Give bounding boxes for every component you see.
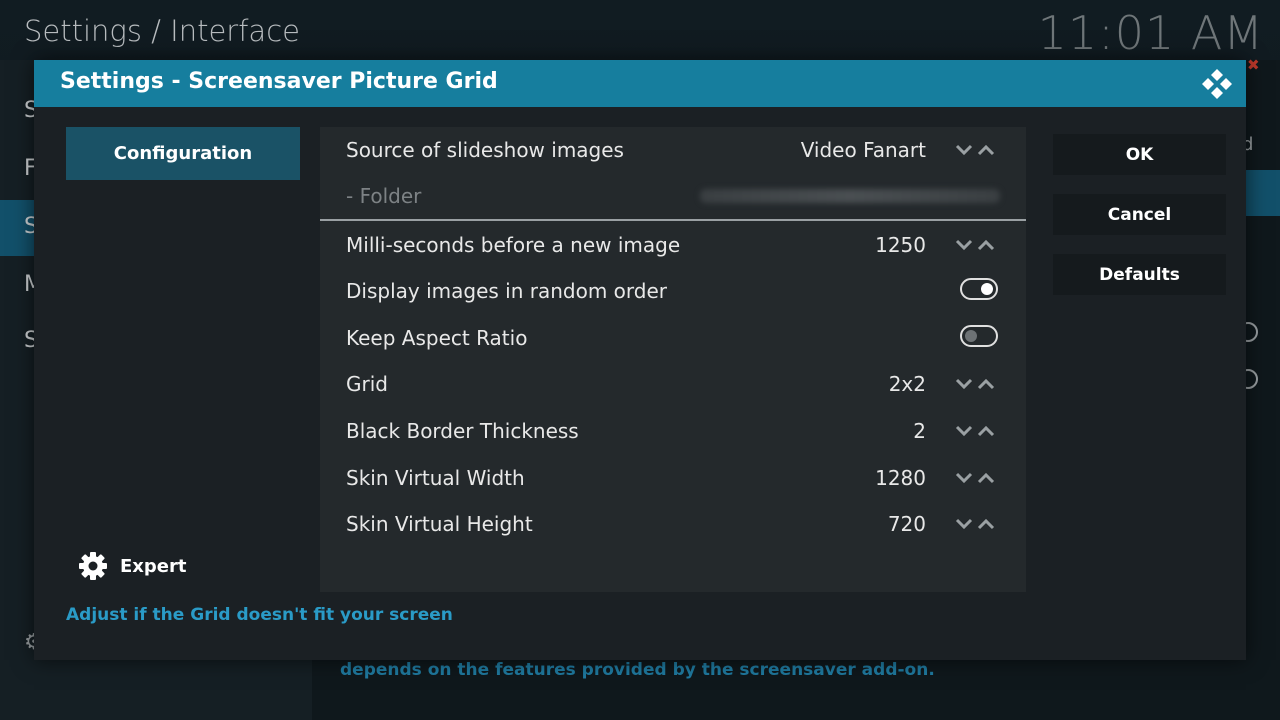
up-down-chevron-icon[interactable] — [954, 515, 998, 533]
clock: 11:01 AM — [1037, 6, 1264, 60]
gear-icon — [79, 552, 107, 580]
setting-help-text: Adjust if the Grid doesn't fit your scre… — [66, 605, 453, 625]
dialog-title: Settings - Screensaver Picture Grid — [60, 69, 498, 94]
defaults-button[interactable]: Defaults — [1053, 254, 1226, 295]
up-down-chevron-icon[interactable] — [954, 422, 998, 440]
up-down-chevron-icon[interactable] — [954, 236, 998, 254]
cancel-button[interactable]: Cancel — [1053, 194, 1226, 235]
toggle-switch[interactable] — [960, 325, 998, 347]
setting-keep-aspect[interactable]: Keep Aspect Ratio — [320, 315, 1026, 361]
toggle-switch[interactable] — [960, 278, 998, 300]
divider — [320, 219, 1026, 221]
setting-virtual-width[interactable]: Skin Virtual Width 1280 — [320, 455, 1026, 501]
background-highlight — [1240, 170, 1280, 216]
expert-label: Expert — [120, 555, 187, 577]
blurred-path — [700, 189, 1000, 203]
up-down-chevron-icon[interactable] — [954, 141, 998, 159]
kodi-logo — [1202, 69, 1232, 99]
settings-list: Source of slideshow images Video Fanart … — [320, 127, 1026, 592]
dialog-header: Settings - Screensaver Picture Grid — [34, 60, 1246, 107]
settings-dialog: Settings - Screensaver Picture Grid Conf… — [34, 60, 1246, 660]
expert-level-button[interactable]: Expert — [78, 550, 186, 582]
setting-random-order[interactable]: Display images in random order — [320, 268, 1026, 314]
setting-folder: - Folder — [320, 173, 1026, 219]
setting-virtual-height[interactable]: Skin Virtual Height 720 — [320, 501, 1026, 547]
up-down-chevron-icon[interactable] — [954, 469, 998, 487]
setting-milliseconds[interactable]: Milli-seconds before a new image 1250 — [320, 222, 1026, 268]
setting-border-thickness[interactable]: Black Border Thickness 2 — [320, 408, 1026, 454]
setting-grid[interactable]: Grid 2x2 — [320, 361, 1026, 407]
category-configuration[interactable]: Configuration — [66, 127, 300, 180]
page-title: Settings / Interface — [24, 14, 300, 48]
close-icon[interactable]: ✖ — [1247, 56, 1260, 74]
setting-source[interactable]: Source of slideshow images Video Fanart — [320, 127, 1026, 173]
up-down-chevron-icon[interactable] — [954, 375, 998, 393]
background-help-text: depends on the features provided by the … — [340, 660, 935, 680]
ok-button[interactable]: OK — [1053, 134, 1226, 175]
